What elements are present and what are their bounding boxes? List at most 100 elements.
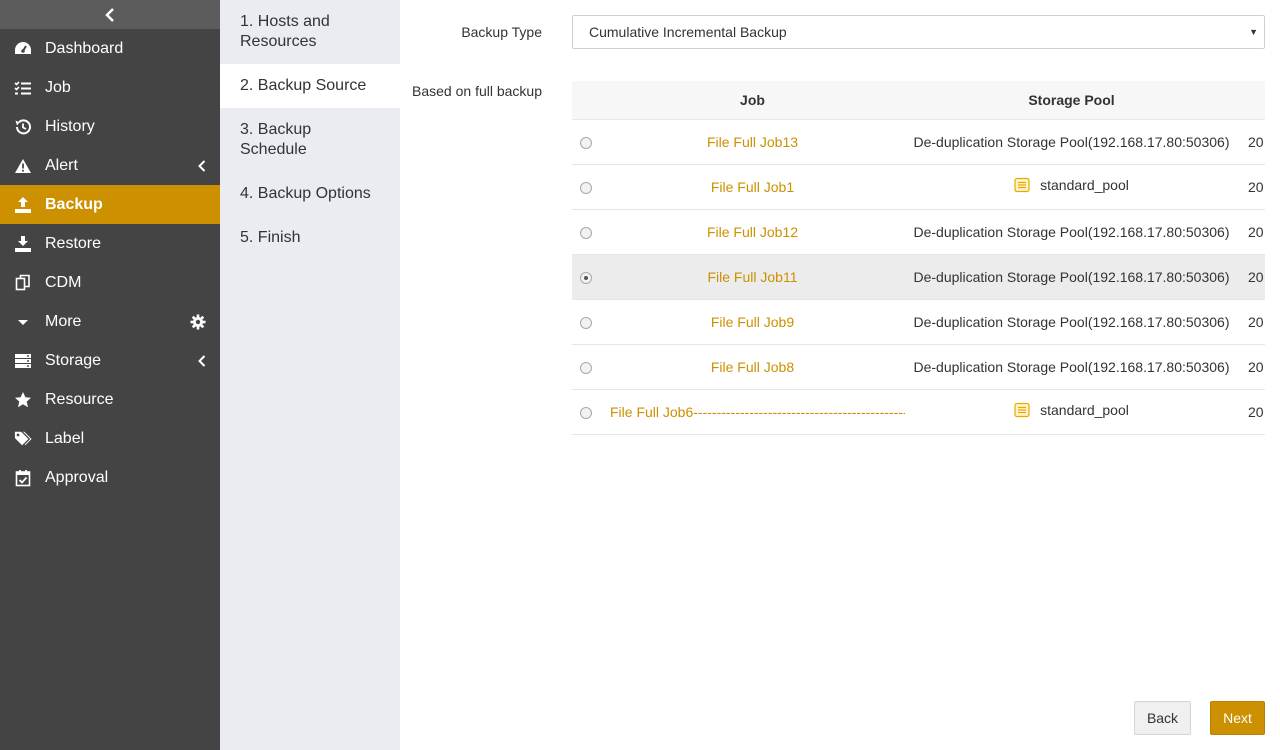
- header-date: [1238, 81, 1265, 120]
- date-cell: 20: [1238, 209, 1265, 255]
- dashboard-icon: [14, 40, 32, 58]
- row-radio[interactable]: [580, 226, 592, 239]
- sidebar-item-resource[interactable]: Resource: [0, 380, 220, 419]
- sidebar-item-label: CDM: [45, 273, 82, 291]
- job-link[interactable]: File Full Job11: [707, 269, 797, 285]
- sidebar: Dashboard Job History Alert Backup Resto…: [0, 0, 220, 750]
- sidebar-item-label: More: [45, 312, 82, 330]
- calendar-check-icon: [14, 469, 32, 487]
- upload-icon: [14, 196, 32, 214]
- sidebar-item-backup[interactable]: Backup: [0, 185, 220, 224]
- sidebar-item-job[interactable]: Job: [0, 68, 220, 107]
- sidebar-item-label: Approval: [45, 468, 109, 486]
- table-row[interactable]: File Full Job13 De-duplication Storage P…: [572, 119, 1265, 165]
- tags-icon: [14, 430, 32, 448]
- sidebar-item-label: Job: [45, 78, 71, 96]
- storage-pool-cell: De-duplication Storage Pool(192.168.17.8…: [905, 299, 1238, 345]
- storage-pool-cell: De-duplication Storage Pool(192.168.17.8…: [905, 254, 1238, 300]
- main-content: Backup Type Cumulative Incremental Backu…: [400, 0, 1280, 750]
- header-storage-pool: Storage Pool: [905, 81, 1238, 120]
- step-finish[interactable]: 5. Finish: [220, 216, 400, 260]
- header-job: Job: [600, 81, 905, 120]
- sidebar-item-alert[interactable]: Alert: [0, 146, 220, 185]
- star-icon: [14, 391, 32, 409]
- storage-pool-cell: De-duplication Storage Pool(192.168.17.8…: [905, 344, 1238, 390]
- sidebar-item-storage[interactable]: Storage: [0, 341, 220, 380]
- date-cell: 20: [1238, 389, 1265, 435]
- back-button[interactable]: Back: [1134, 701, 1191, 735]
- row-radio[interactable]: [580, 406, 592, 419]
- table-row[interactable]: File Full Job1 standard_pool 20: [572, 164, 1265, 210]
- date-cell: 20: [1238, 344, 1265, 390]
- step-hosts-and-resources[interactable]: 1. Hosts and Resources: [220, 0, 400, 64]
- sidebar-item-dashboard[interactable]: Dashboard: [0, 29, 220, 68]
- storage-pool-cell: standard_pool: [905, 389, 1238, 435]
- step-backup-source[interactable]: 2. Backup Source: [220, 64, 400, 108]
- next-button[interactable]: Next: [1210, 701, 1265, 735]
- row-radio-checked[interactable]: [580, 271, 592, 284]
- sidebar-item-label[interactable]: Label: [0, 419, 220, 458]
- full-backup-table: Job Storage Pool File Full Job13 De-dupl…: [572, 81, 1265, 441]
- sidebar-item-approval[interactable]: Approval: [0, 458, 220, 497]
- job-link[interactable]: File Full Job9: [711, 314, 794, 330]
- row-radio[interactable]: [580, 361, 592, 374]
- backup-type-label: Backup Type: [461, 24, 542, 40]
- row-radio[interactable]: [580, 136, 592, 149]
- sidebar-item-label: Resource: [45, 390, 114, 408]
- sidebar-item-label: Label: [45, 429, 85, 447]
- row-radio[interactable]: [580, 316, 592, 329]
- backup-type-value: Cumulative Incremental Backup: [589, 24, 787, 40]
- storage-pool-cell: De-duplication Storage Pool(192.168.17.8…: [905, 209, 1238, 255]
- job-link[interactable]: File Full Job8: [711, 359, 794, 375]
- table-row-selected[interactable]: File Full Job11 De-duplication Storage P…: [572, 254, 1265, 300]
- step-backup-schedule[interactable]: 3. Backup Schedule: [220, 108, 400, 172]
- server-icon: [14, 352, 32, 370]
- sidebar-item-label: Restore: [45, 234, 102, 252]
- gear-icon[interactable]: [190, 314, 206, 330]
- row-radio[interactable]: [580, 181, 592, 194]
- date-cell: 20: [1238, 254, 1265, 300]
- sidebar-item-more[interactable]: More: [0, 302, 220, 341]
- table-row[interactable]: File Full Job6--------------------------…: [572, 389, 1265, 435]
- sidebar-item-cdm[interactable]: CDM: [0, 263, 220, 302]
- caret-down-icon: ▼: [1249, 27, 1258, 37]
- table-row[interactable]: File Full Job8 De-duplication Storage Po…: [572, 344, 1265, 390]
- date-cell: 20: [1238, 164, 1265, 210]
- storage-pool-icon: [1014, 177, 1030, 196]
- copy-icon: [14, 274, 32, 292]
- download-icon: [14, 235, 32, 253]
- based-on-full-backup-label: Based on full backup: [412, 83, 542, 99]
- job-link[interactable]: File Full Job13: [707, 134, 798, 150]
- caret-down-icon: [14, 313, 32, 331]
- header-select: [572, 81, 600, 120]
- list-icon: [14, 79, 32, 97]
- chevron-left-icon: [198, 159, 206, 172]
- warning-icon: [14, 157, 32, 175]
- backup-type-select[interactable]: Cumulative Incremental Backup ▼: [572, 15, 1265, 49]
- history-icon: [14, 118, 32, 136]
- sidebar-item-label: Dashboard: [45, 39, 124, 57]
- step-backup-options[interactable]: 4. Backup Options: [220, 172, 400, 216]
- table-row[interactable]: File Full Job12 De-duplication Storage P…: [572, 209, 1265, 255]
- sidebar-collapse-button[interactable]: [0, 0, 220, 29]
- job-link[interactable]: File Full Job6--------------------------…: [610, 404, 905, 420]
- job-link[interactable]: File Full Job12: [707, 224, 798, 240]
- storage-pool-icon: [1014, 402, 1030, 421]
- table-row[interactable]: File Full Job9 De-duplication Storage Po…: [572, 299, 1265, 345]
- date-cell: 20: [1238, 299, 1265, 345]
- chevron-left-icon: [198, 354, 206, 367]
- sidebar-item-label: Storage: [45, 351, 102, 369]
- storage-pool-name: standard_pool: [1040, 402, 1129, 419]
- wizard-steps: 1. Hosts and Resources 2. Backup Source …: [220, 0, 400, 750]
- storage-pool-name: standard_pool: [1040, 177, 1129, 194]
- sidebar-item-history[interactable]: History: [0, 107, 220, 146]
- storage-pool-cell: standard_pool: [905, 164, 1238, 210]
- table-header-row: Job Storage Pool: [572, 81, 1265, 120]
- sidebar-item-restore[interactable]: Restore: [0, 224, 220, 263]
- storage-pool-cell: De-duplication Storage Pool(192.168.17.8…: [905, 119, 1238, 165]
- sidebar-item-label: Backup: [45, 195, 103, 213]
- sidebar-item-label: Alert: [45, 156, 78, 174]
- chevron-left-icon: [105, 7, 114, 22]
- job-link[interactable]: File Full Job1: [711, 179, 794, 195]
- date-cell: 20: [1238, 119, 1265, 165]
